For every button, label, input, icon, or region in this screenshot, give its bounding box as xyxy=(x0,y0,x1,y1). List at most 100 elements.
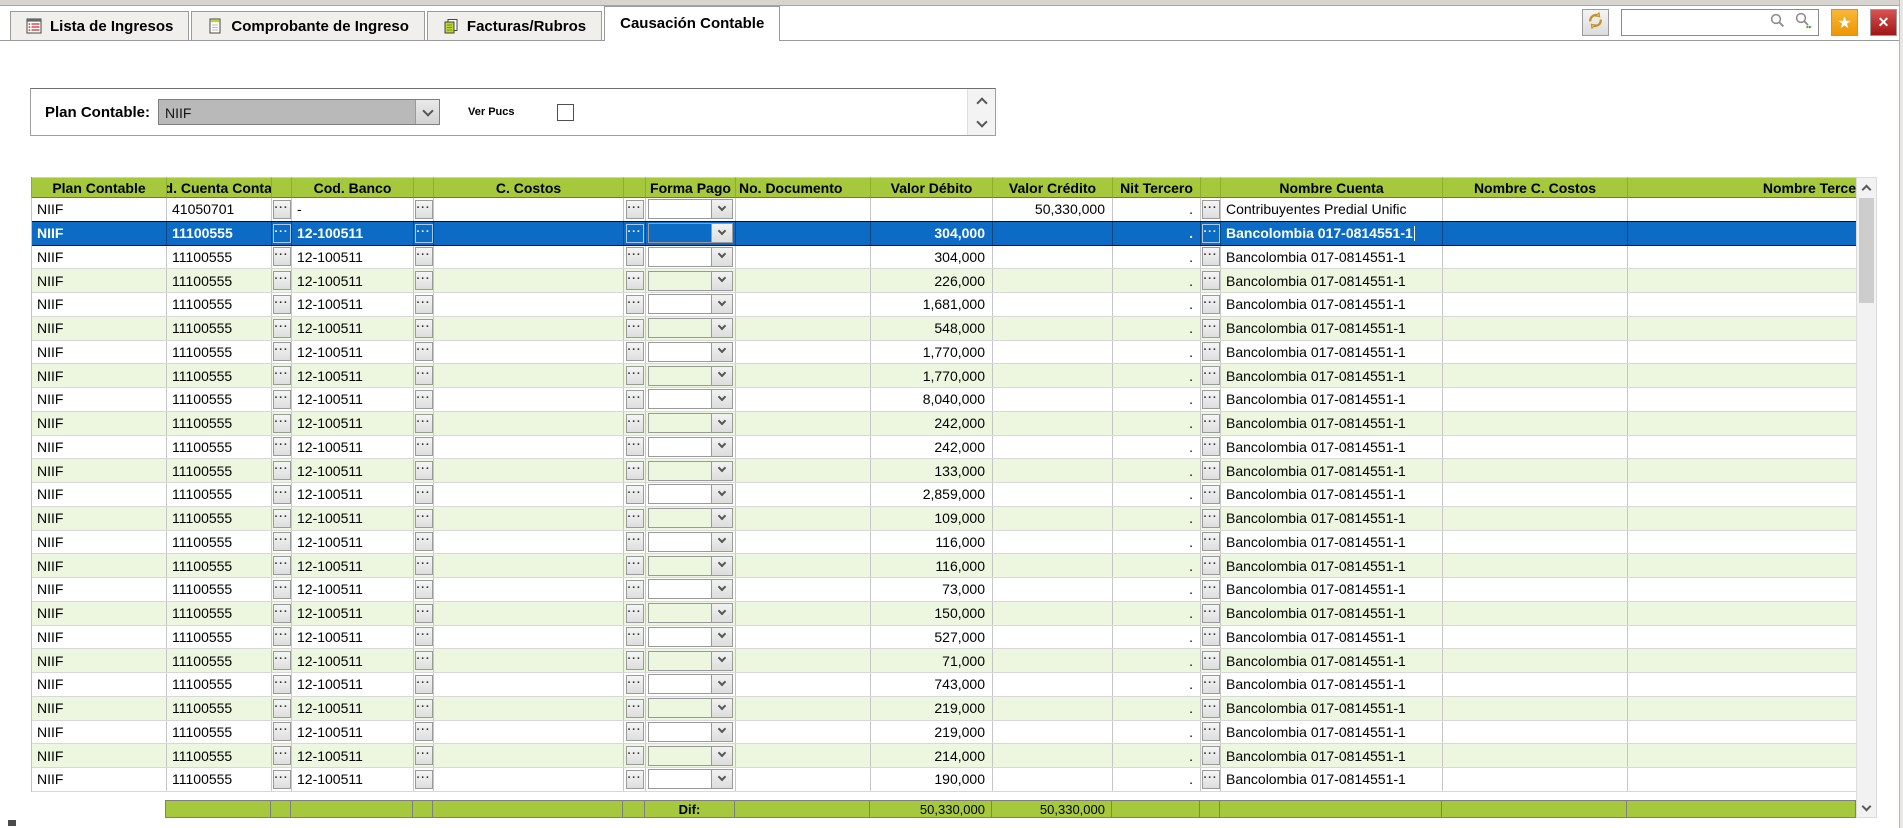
ellipsis-lookup-button[interactable]: ··· xyxy=(1202,295,1220,314)
forma-pago-select[interactable] xyxy=(648,484,733,504)
column-header-nombre_cuenta[interactable]: Nombre Cuenta xyxy=(1221,177,1443,198)
forma-pago-select[interactable] xyxy=(648,651,733,671)
ellipsis-lookup-button[interactable]: ··· xyxy=(415,532,433,551)
column-header-btn_ccostos[interactable] xyxy=(624,177,646,198)
tab-facturas-rubros[interactable]: Facturas/Rubros xyxy=(427,11,602,40)
ellipsis-lookup-button[interactable]: ··· xyxy=(273,675,291,694)
forma-pago-select[interactable] xyxy=(648,579,733,599)
ellipsis-lookup-button[interactable]: ··· xyxy=(415,437,433,456)
dropdown-button[interactable] xyxy=(711,295,732,313)
ellipsis-lookup-button[interactable]: ··· xyxy=(626,770,644,789)
table-row[interactable]: NIIF41050701···-······50,330,000.···Cont… xyxy=(32,198,1877,222)
table-row[interactable]: NIIF11100555···12-100511······304,000.··… xyxy=(32,221,1877,246)
forma-pago-select[interactable] xyxy=(648,294,733,314)
ellipsis-lookup-button[interactable]: ··· xyxy=(626,675,644,694)
forma-pago-select[interactable] xyxy=(648,437,733,457)
ellipsis-lookup-button[interactable]: ··· xyxy=(626,699,644,718)
ellipsis-lookup-button[interactable]: ··· xyxy=(273,247,291,266)
dropdown-button[interactable] xyxy=(711,248,732,266)
dropdown-button[interactable] xyxy=(711,462,732,480)
dropdown-button[interactable] xyxy=(711,224,732,242)
dropdown-button[interactable] xyxy=(711,390,732,408)
forma-pago-select[interactable] xyxy=(648,674,733,694)
ellipsis-lookup-button[interactable]: ··· xyxy=(626,295,644,314)
ellipsis-lookup-button[interactable]: ··· xyxy=(626,651,644,670)
panel-scroll-control[interactable] xyxy=(967,89,995,135)
ellipsis-lookup-button[interactable]: ··· xyxy=(1202,580,1220,599)
ellipsis-lookup-button[interactable]: ··· xyxy=(626,200,644,219)
favorite-button[interactable]: ★ xyxy=(1831,9,1858,36)
ellipsis-lookup-button[interactable]: ··· xyxy=(415,271,433,290)
dropdown-button[interactable] xyxy=(711,319,732,337)
ellipsis-lookup-button[interactable]: ··· xyxy=(1202,770,1220,789)
ellipsis-lookup-button[interactable]: ··· xyxy=(626,366,644,385)
ellipsis-lookup-button[interactable]: ··· xyxy=(273,556,291,575)
table-row[interactable]: NIIF11100555···12-100511······133,000.··… xyxy=(32,459,1877,483)
ellipsis-lookup-button[interactable]: ··· xyxy=(1202,366,1220,385)
table-row[interactable]: NIIF11100555···12-100511······219,000.··… xyxy=(32,721,1877,745)
ellipsis-lookup-button[interactable]: ··· xyxy=(415,342,433,361)
ellipsis-lookup-button[interactable]: ··· xyxy=(415,414,433,433)
dropdown-button[interactable] xyxy=(711,723,732,741)
ellipsis-lookup-button[interactable]: ··· xyxy=(415,224,433,243)
ellipsis-lookup-button[interactable]: ··· xyxy=(626,556,644,575)
ellipsis-lookup-button[interactable]: ··· xyxy=(415,746,433,765)
ellipsis-lookup-button[interactable]: ··· xyxy=(626,627,644,646)
table-row[interactable]: NIIF11100555···12-100511······71,000.···… xyxy=(32,649,1877,673)
dropdown-button[interactable] xyxy=(711,533,732,551)
table-row[interactable]: NIIF11100555···12-100511······190,000.··… xyxy=(32,768,1877,792)
ellipsis-lookup-button[interactable]: ··· xyxy=(626,532,644,551)
ellipsis-lookup-button[interactable]: ··· xyxy=(626,224,644,243)
ellipsis-lookup-button[interactable]: ··· xyxy=(273,604,291,623)
table-row[interactable]: NIIF11100555···12-100511······548,000.··… xyxy=(32,317,1877,341)
table-row[interactable]: NIIF11100555···12-100511······1,770,000.… xyxy=(32,341,1877,365)
ellipsis-lookup-button[interactable]: ··· xyxy=(626,722,644,741)
search-icon[interactable] xyxy=(1769,12,1786,34)
table-row[interactable]: NIIF11100555···12-100511······1,681,000.… xyxy=(32,293,1877,317)
forma-pago-select[interactable] xyxy=(648,247,733,267)
dropdown-button[interactable] xyxy=(711,699,732,717)
forma-pago-select[interactable] xyxy=(648,318,733,338)
ellipsis-lookup-button[interactable]: ··· xyxy=(273,627,291,646)
column-header-plan[interactable]: Plan Contable xyxy=(32,177,167,198)
dropdown-button[interactable] xyxy=(711,509,732,527)
column-header-documento[interactable]: No. Documento xyxy=(736,177,871,198)
ellipsis-lookup-button[interactable]: ··· xyxy=(626,247,644,266)
ellipsis-lookup-button[interactable]: ··· xyxy=(1202,390,1220,409)
ellipsis-lookup-button[interactable]: ··· xyxy=(415,770,433,789)
ellipsis-lookup-button[interactable]: ··· xyxy=(415,461,433,480)
ellipsis-lookup-button[interactable]: ··· xyxy=(1202,532,1220,551)
ellipsis-lookup-button[interactable]: ··· xyxy=(273,271,291,290)
dropdown-button[interactable] xyxy=(711,628,732,646)
ellipsis-lookup-button[interactable]: ··· xyxy=(1202,699,1220,718)
column-header-nombre_ccostos[interactable]: Nombre C. Costos xyxy=(1443,177,1628,198)
column-header-ccostos[interactable]: C. Costos xyxy=(434,177,624,198)
forma-pago-select[interactable] xyxy=(648,769,733,789)
ellipsis-lookup-button[interactable]: ··· xyxy=(415,580,433,599)
table-row[interactable]: NIIF11100555···12-100511······73,000.···… xyxy=(32,578,1877,602)
dropdown-button[interactable] xyxy=(711,200,732,218)
forma-pago-select[interactable] xyxy=(648,366,733,386)
column-header-banco[interactable]: Cod. Banco xyxy=(292,177,414,198)
dropdown-button[interactable] xyxy=(711,367,732,385)
scrollbar-thumb[interactable] xyxy=(1859,198,1874,303)
table-row[interactable]: NIIF11100555···12-100511······214,000.··… xyxy=(32,744,1877,768)
ellipsis-lookup-button[interactable]: ··· xyxy=(273,532,291,551)
table-row[interactable]: NIIF11100555···12-100511······743,000.··… xyxy=(32,673,1877,697)
ellipsis-lookup-button[interactable]: ··· xyxy=(415,699,433,718)
column-header-nombre_tercero[interactable]: Nombre Tercero xyxy=(1628,177,1877,198)
table-row[interactable]: NIIF11100555···12-100511······109,000.··… xyxy=(32,507,1877,531)
ellipsis-lookup-button[interactable]: ··· xyxy=(1202,675,1220,694)
ellipsis-lookup-button[interactable]: ··· xyxy=(1202,509,1220,528)
ellipsis-lookup-button[interactable]: ··· xyxy=(415,556,433,575)
dropdown-button[interactable] xyxy=(711,343,732,361)
ellipsis-lookup-button[interactable]: ··· xyxy=(626,746,644,765)
ellipsis-lookup-button[interactable]: ··· xyxy=(415,319,433,338)
ellipsis-lookup-button[interactable]: ··· xyxy=(415,295,433,314)
tab-lista-de-ingresos[interactable]: Lista de Ingresos xyxy=(10,11,189,40)
tab-comprobante-de-ingreso[interactable]: Comprobante de Ingreso xyxy=(191,11,425,40)
ellipsis-lookup-button[interactable]: ··· xyxy=(273,485,291,504)
forma-pago-select[interactable] xyxy=(648,532,733,552)
forma-pago-select[interactable] xyxy=(648,389,733,409)
dropdown-button[interactable] xyxy=(711,414,732,432)
